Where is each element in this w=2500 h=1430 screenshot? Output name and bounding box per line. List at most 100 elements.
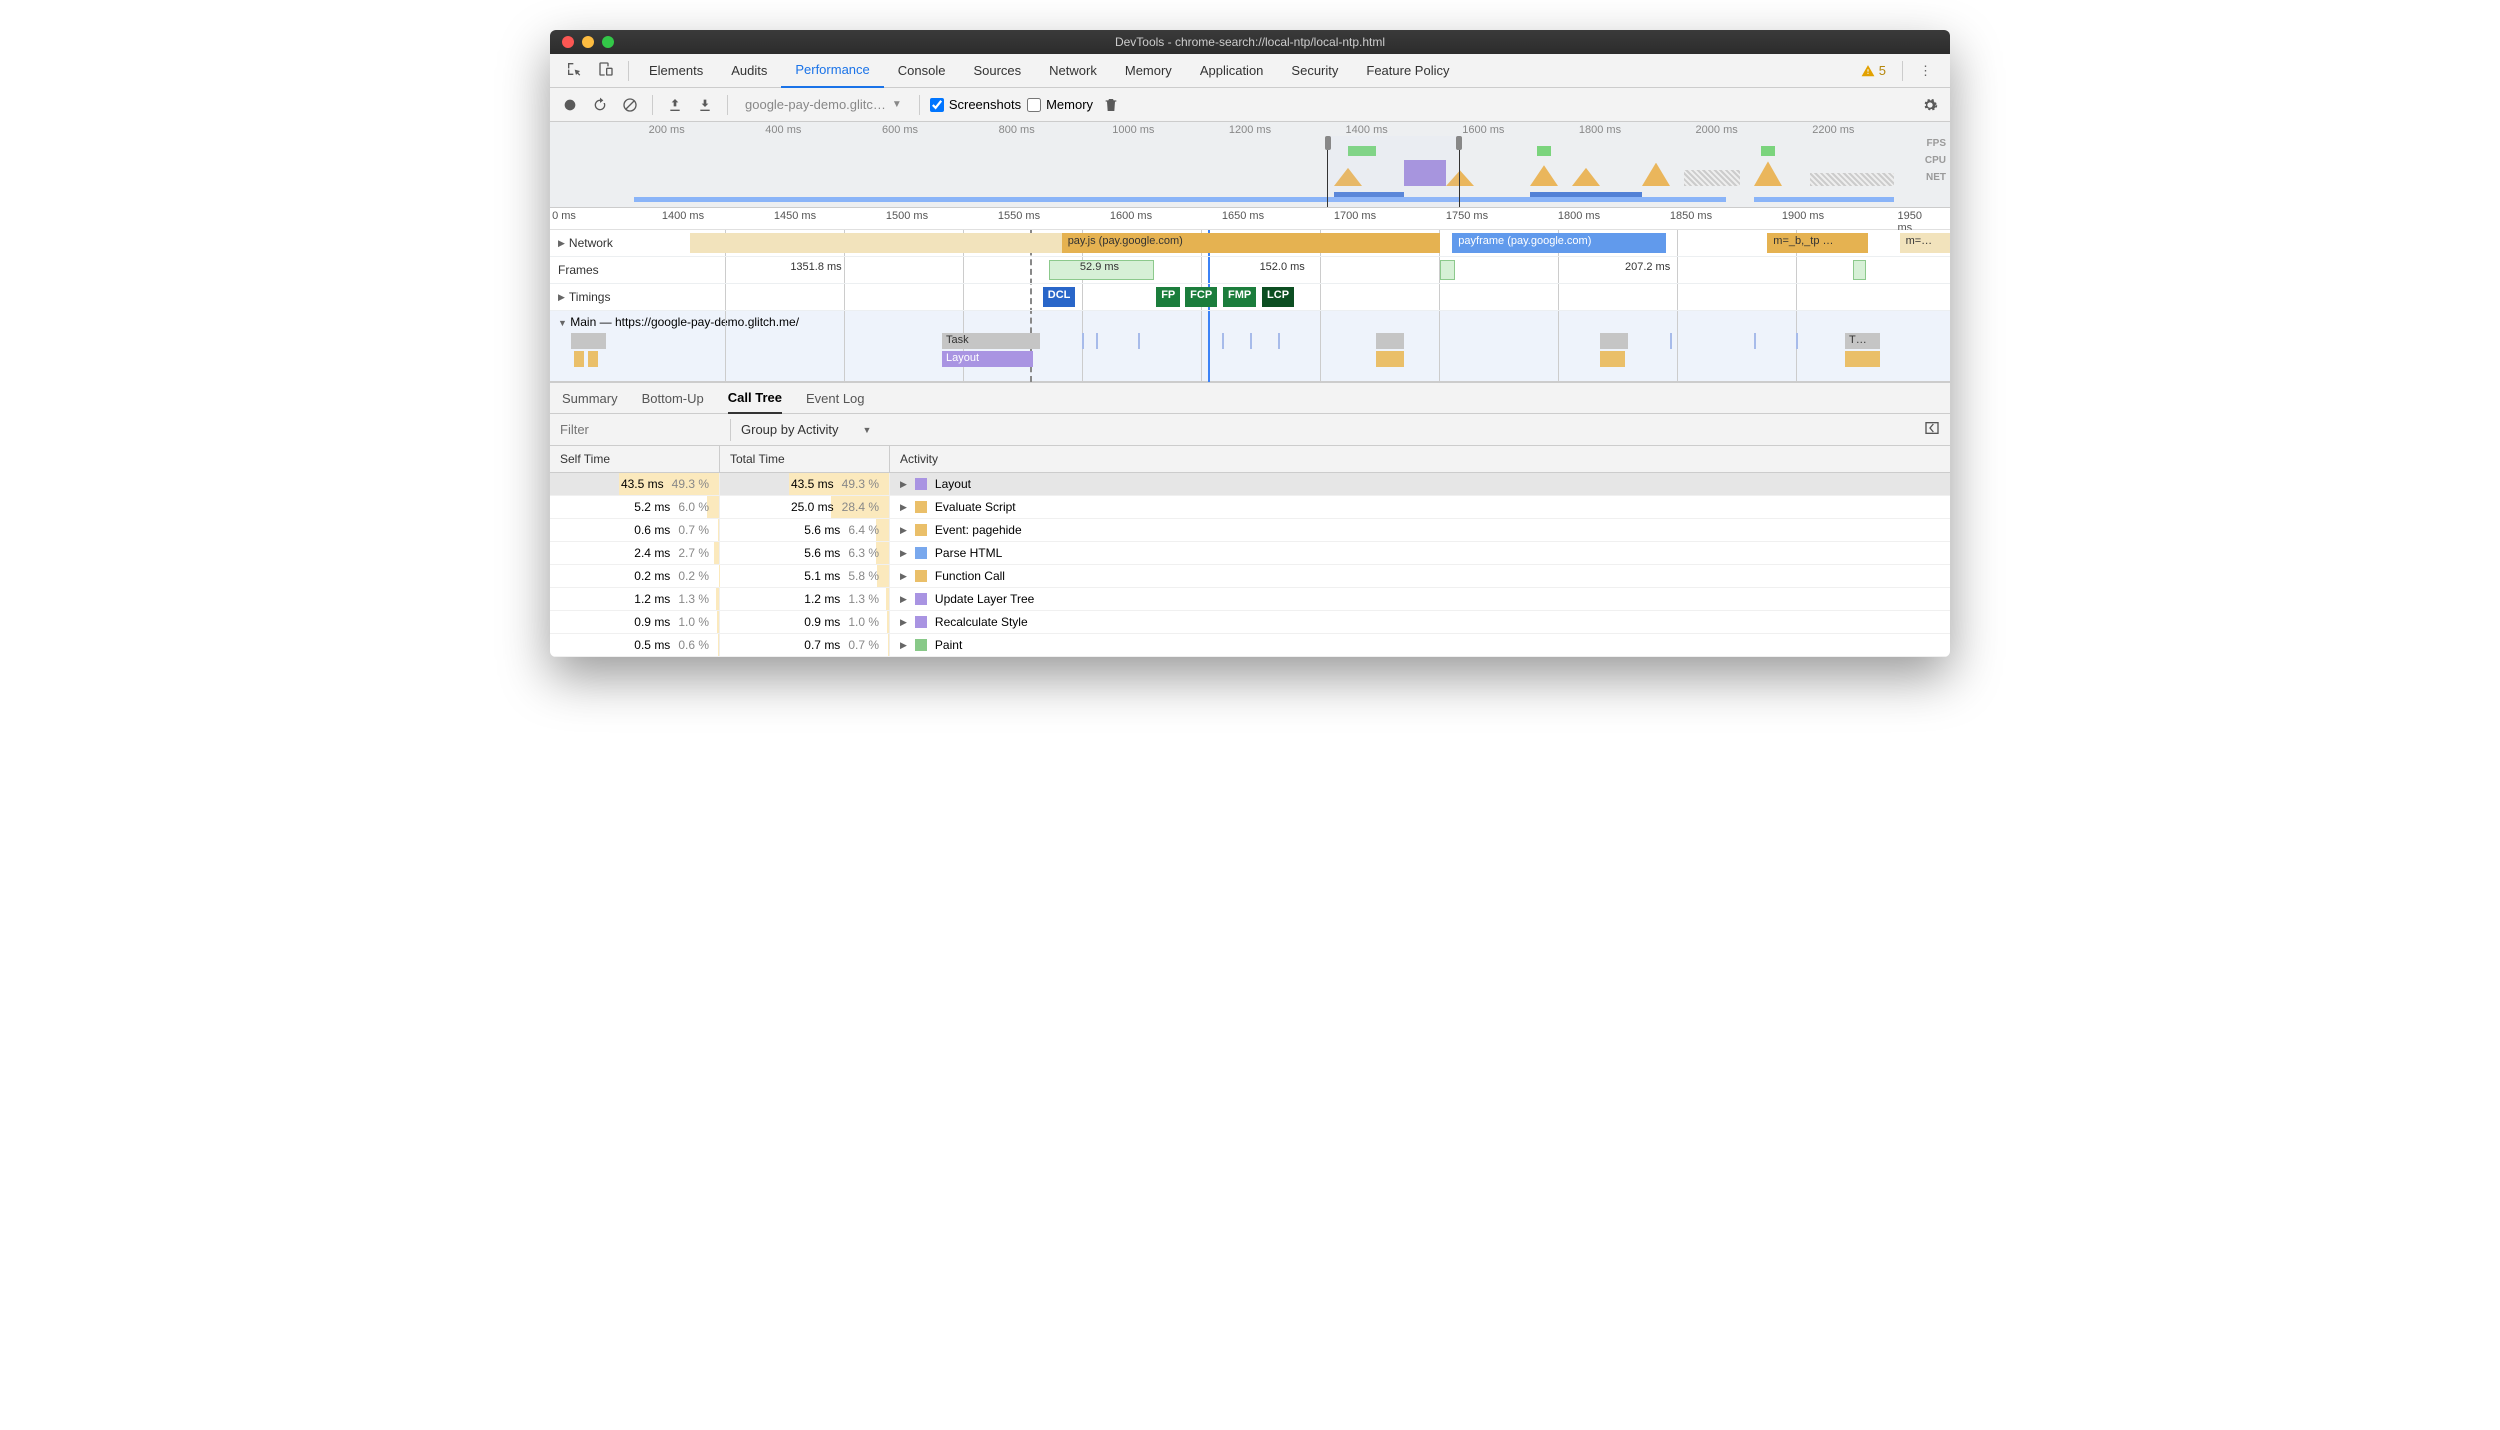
overview-tick: 800 ms: [999, 124, 1035, 136]
tracks-area: ▶Network pay.js (pay.google.com) payfram…: [550, 230, 1950, 382]
table-row[interactable]: 0.2 ms0.2 %5.1 ms5.8 %▶Function Call: [550, 565, 1950, 588]
toggle-panel-icon[interactable]: [1914, 414, 1950, 445]
table-row[interactable]: 0.6 ms0.7 %5.6 ms6.4 %▶Event: pagehide: [550, 519, 1950, 542]
disclosure-triangle-icon[interactable]: ▶: [900, 525, 907, 536]
col-self-time[interactable]: Self Time: [550, 446, 720, 472]
table-row[interactable]: 5.2 ms6.0 %25.0 ms28.4 %▶Evaluate Script: [550, 496, 1950, 519]
detail-tab-summary[interactable]: Summary: [562, 382, 618, 414]
tab-feature-policy[interactable]: Feature Policy: [1352, 54, 1463, 88]
titlebar: DevTools - chrome-search://local-ntp/loc…: [550, 30, 1950, 54]
overview-tick: 2000 ms: [1696, 124, 1738, 136]
device-toggle-icon[interactable]: [590, 55, 622, 86]
activity-name: Recalculate Style: [935, 615, 1028, 629]
timing-fmp[interactable]: FMP: [1223, 287, 1256, 307]
download-button[interactable]: [693, 93, 717, 117]
detail-tab-call-tree[interactable]: Call Tree: [728, 382, 782, 414]
table-row[interactable]: 2.4 ms2.7 %5.6 ms6.3 %▶Parse HTML: [550, 542, 1950, 565]
disclosure-triangle-icon[interactable]: ▶: [900, 640, 907, 651]
fps-label: FPS: [1925, 138, 1946, 149]
detail-tab-event-log[interactable]: Event Log: [806, 382, 865, 414]
overview-tick: 2200 ms: [1812, 124, 1854, 136]
memory-checkbox[interactable]: Memory: [1027, 97, 1093, 112]
settings-gear-icon[interactable]: [1918, 93, 1942, 117]
network-item[interactable]: m=_b,_tp …: [1767, 233, 1868, 253]
ruler-tick: 1450 ms: [774, 210, 816, 222]
timings-track[interactable]: ▶Timings DCL FP FCP FMP LCP: [550, 284, 1950, 311]
timing-fcp[interactable]: FCP: [1185, 287, 1217, 307]
disclosure-triangle-icon[interactable]: ▶: [900, 617, 907, 628]
upload-button[interactable]: [663, 93, 687, 117]
gc-button[interactable]: [1099, 93, 1123, 117]
ruler-tick: 1800 ms: [1558, 210, 1600, 222]
table-row[interactable]: 43.5 ms49.3 %43.5 ms49.3 %▶Layout: [550, 473, 1950, 496]
activity-name: Parse HTML: [935, 546, 1002, 560]
minimize-window-button[interactable]: [582, 36, 594, 48]
disclosure-triangle-icon[interactable]: ▶: [558, 238, 565, 249]
activity-name: Update Layer Tree: [935, 592, 1034, 606]
activity-name: Layout: [935, 477, 971, 491]
tab-elements[interactable]: Elements: [635, 54, 717, 88]
warnings-badge[interactable]: 5: [1851, 63, 1896, 78]
perf-toolbar: google-pay-demo.glitc… ▼ Screenshots Mem…: [550, 88, 1950, 122]
maximize-window-button[interactable]: [602, 36, 614, 48]
tab-application[interactable]: Application: [1186, 54, 1278, 88]
network-item[interactable]: payframe (pay.google.com): [1452, 233, 1666, 253]
disclosure-triangle-icon[interactable]: ▶: [900, 548, 907, 559]
tab-network[interactable]: Network: [1035, 54, 1111, 88]
inspect-icon[interactable]: [558, 55, 590, 86]
ruler-tick: 0 ms: [552, 210, 576, 222]
main-thread-track[interactable]: ▼ Main — https://google-pay-demo.glitch.…: [550, 311, 1950, 382]
network-item[interactable]: m=…: [1900, 233, 1950, 253]
network-item[interactable]: pay.js (pay.google.com): [1062, 233, 1440, 253]
record-button[interactable]: [558, 93, 582, 117]
clear-button[interactable]: [618, 93, 642, 117]
screenshots-checkbox[interactable]: Screenshots: [930, 97, 1021, 112]
timing-lcp[interactable]: LCP: [1262, 287, 1294, 307]
flame-ruler[interactable]: 0 ms1400 ms1450 ms1500 ms1550 ms1600 ms1…: [550, 208, 1950, 230]
col-activity[interactable]: Activity: [890, 446, 1950, 472]
table-body: 43.5 ms49.3 %43.5 ms49.3 %▶Layout5.2 ms6…: [550, 473, 1950, 657]
ruler-tick: 1500 ms: [886, 210, 928, 222]
disclosure-triangle-icon[interactable]: ▶: [900, 479, 907, 490]
activity-color-swatch: [915, 570, 927, 582]
ruler-tick: 1700 ms: [1334, 210, 1376, 222]
profile-select-label: google-pay-demo.glitc…: [745, 97, 886, 112]
table-header: Self Time Total Time Activity: [550, 446, 1950, 473]
table-row[interactable]: 0.5 ms0.6 %0.7 ms0.7 %▶Paint: [550, 634, 1950, 657]
network-track[interactable]: ▶Network pay.js (pay.google.com) payfram…: [550, 230, 1950, 257]
disclosure-triangle-icon[interactable]: ▶: [558, 292, 565, 303]
tab-audits[interactable]: Audits: [717, 54, 781, 88]
disclosure-triangle-icon[interactable]: ▶: [900, 502, 907, 513]
filter-input[interactable]: [550, 416, 730, 443]
detail-tab-bottom-up[interactable]: Bottom-Up: [642, 382, 704, 414]
timing-fp[interactable]: FP: [1156, 287, 1180, 307]
table-row[interactable]: 1.2 ms1.3 %1.2 ms1.3 %▶Update Layer Tree: [550, 588, 1950, 611]
table-row[interactable]: 0.9 ms1.0 %0.9 ms1.0 %▶Recalculate Style: [550, 611, 1950, 634]
warnings-count: 5: [1879, 63, 1886, 78]
activity-name: Evaluate Script: [935, 500, 1016, 514]
tab-memory[interactable]: Memory: [1111, 54, 1186, 88]
disclosure-triangle-icon[interactable]: ▶: [900, 594, 907, 605]
overview-tick: 1800 ms: [1579, 124, 1621, 136]
overview-tick: 600 ms: [882, 124, 918, 136]
tab-sources[interactable]: Sources: [959, 54, 1035, 88]
activity-color-swatch: [915, 501, 927, 513]
reload-record-button[interactable]: [588, 93, 612, 117]
profile-select[interactable]: google-pay-demo.glitc… ▼: [738, 94, 909, 115]
group-by-select[interactable]: Group by Activity ▼: [731, 416, 881, 443]
main-tabbar: ElementsAuditsPerformanceConsoleSourcesN…: [550, 54, 1950, 88]
frames-track[interactable]: Frames 1351.8 ms 52.9 ms 152.0 ms 207.2 …: [550, 257, 1950, 284]
tab-performance[interactable]: Performance: [781, 54, 883, 88]
disclosure-triangle-icon[interactable]: ▶: [900, 571, 907, 582]
overview-timeline[interactable]: 200 ms400 ms600 ms800 ms1000 ms1200 ms14…: [550, 122, 1950, 208]
activity-color-swatch: [915, 593, 927, 605]
window-title: DevTools - chrome-search://local-ntp/loc…: [550, 35, 1950, 49]
ruler-tick: 1750 ms: [1446, 210, 1488, 222]
close-window-button[interactable]: [562, 36, 574, 48]
tab-security[interactable]: Security: [1277, 54, 1352, 88]
tab-console[interactable]: Console: [884, 54, 960, 88]
col-total-time[interactable]: Total Time: [720, 446, 890, 472]
overview-selection[interactable]: [1327, 136, 1460, 207]
timing-dcl[interactable]: DCL: [1043, 287, 1076, 307]
more-menu-icon[interactable]: ⋮: [1909, 63, 1942, 79]
